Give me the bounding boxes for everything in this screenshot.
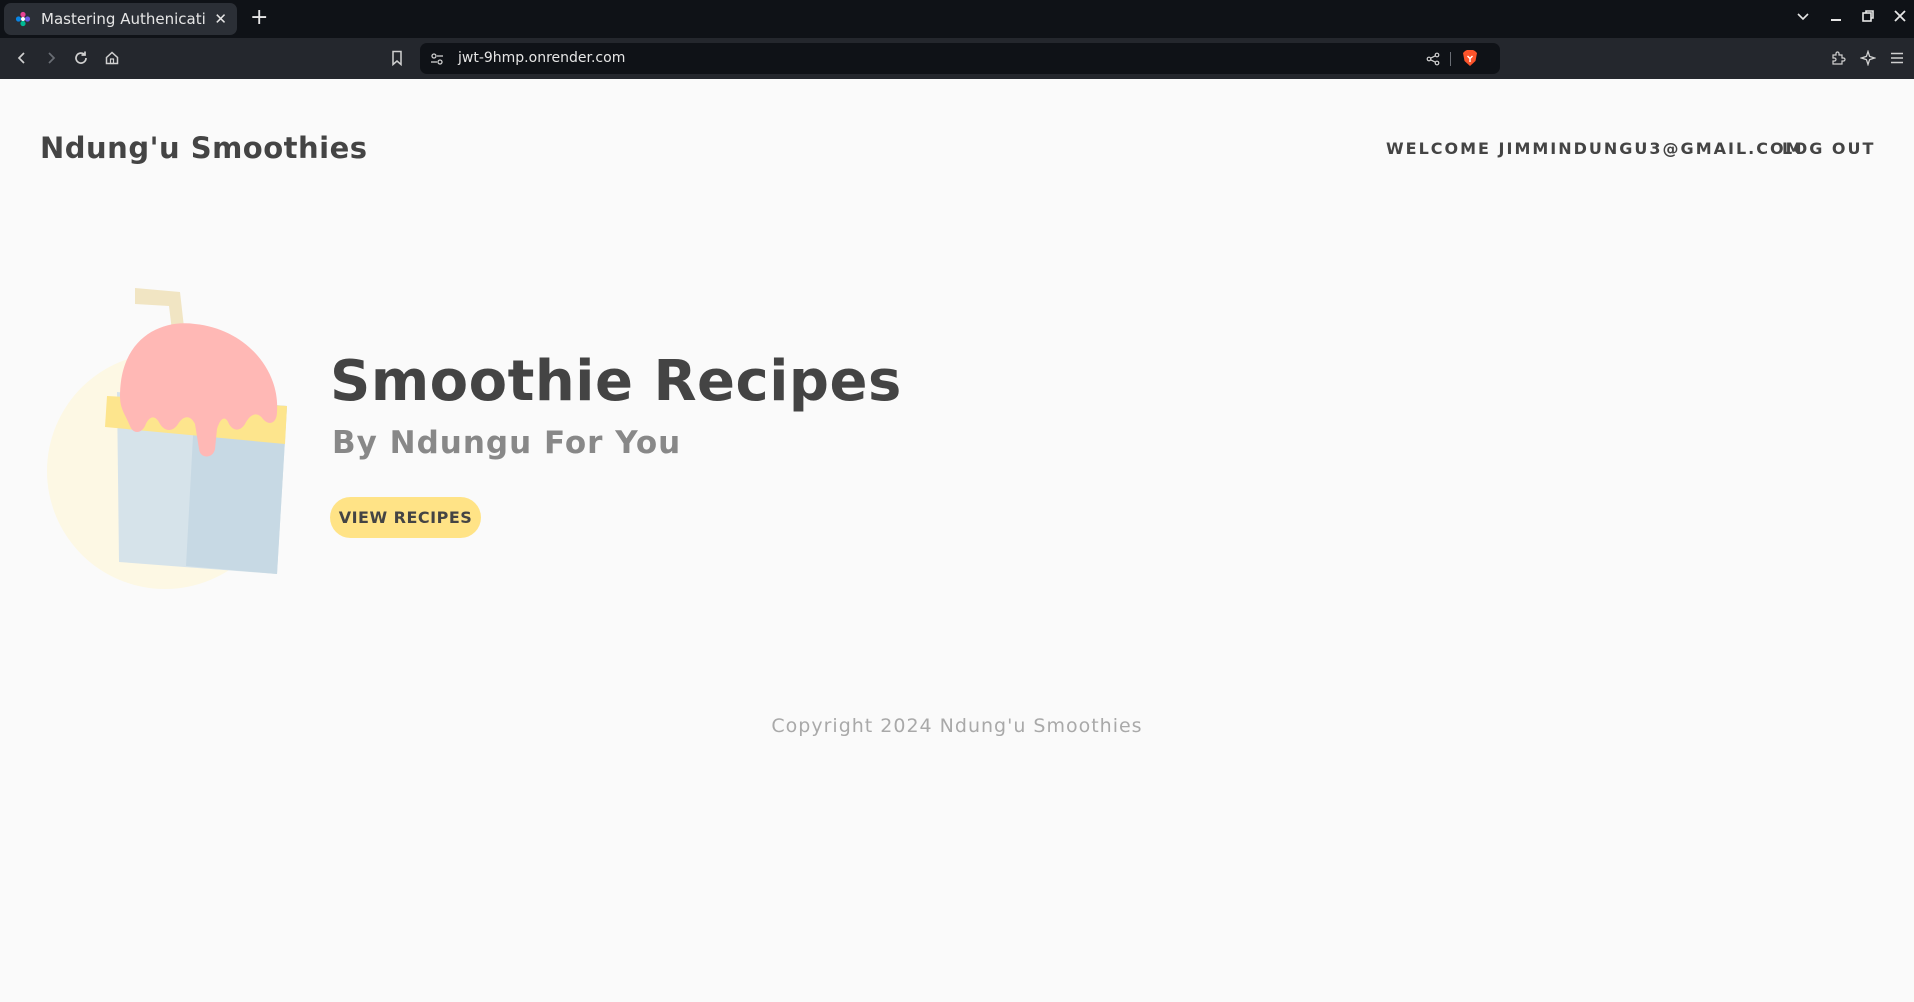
footer-copyright: Copyright 2024 Ndung'u Smoothies	[771, 715, 1143, 737]
forward-icon[interactable]	[40, 47, 62, 69]
share-icon[interactable]	[1426, 51, 1440, 70]
address-bar[interactable]: jwt-9hmp.onrender.com	[420, 43, 1500, 74]
site-info-icon[interactable]	[430, 51, 444, 70]
extensions-icon[interactable]	[1827, 47, 1849, 69]
active-tab[interactable]: Mastering Authenication ✕	[4, 3, 237, 35]
restore-icon[interactable]	[1861, 9, 1875, 27]
tab-bar: Mastering Authenication ✕ +	[0, 0, 1914, 38]
window-close-icon[interactable]	[1893, 9, 1907, 27]
view-recipes-button[interactable]: VIEW RECIPES	[330, 497, 481, 538]
tab-title: Mastering Authenication	[41, 10, 205, 28]
menu-icon[interactable]	[1886, 47, 1908, 69]
browser-toolbar: jwt-9hmp.onrender.com	[0, 38, 1914, 79]
home-icon[interactable]	[101, 47, 123, 69]
new-tab-icon[interactable]: +	[250, 6, 268, 30]
welcome-text: WELCOME JIMMINDUNGU3@GMAIL.COM	[1386, 139, 1804, 158]
address-separator	[1450, 52, 1451, 66]
brand-logo[interactable]: Ndung'u Smoothies	[40, 131, 368, 165]
minimize-icon[interactable]	[1829, 9, 1843, 27]
tab-list-icon[interactable]	[1796, 9, 1810, 27]
logout-link[interactable]: LOG OUT	[1782, 139, 1875, 158]
leo-ai-icon[interactable]	[1857, 47, 1879, 69]
brave-shields-icon[interactable]	[1462, 49, 1478, 71]
url-text: jwt-9hmp.onrender.com	[458, 50, 626, 66]
smoothie-illustration	[45, 284, 295, 598]
close-icon[interactable]: ✕	[214, 9, 227, 29]
favicon-icon	[14, 10, 32, 28]
hero-subtitle: By Ndungu For You	[332, 425, 682, 461]
back-icon[interactable]	[11, 47, 33, 69]
bookmark-icon[interactable]	[386, 47, 408, 69]
reload-icon[interactable]	[70, 47, 92, 69]
hero-title: Smoothie Recipes	[330, 349, 902, 414]
page-content: Ndung'u Smoothies WELCOME JIMMINDUNGU3@G…	[0, 79, 1914, 1002]
